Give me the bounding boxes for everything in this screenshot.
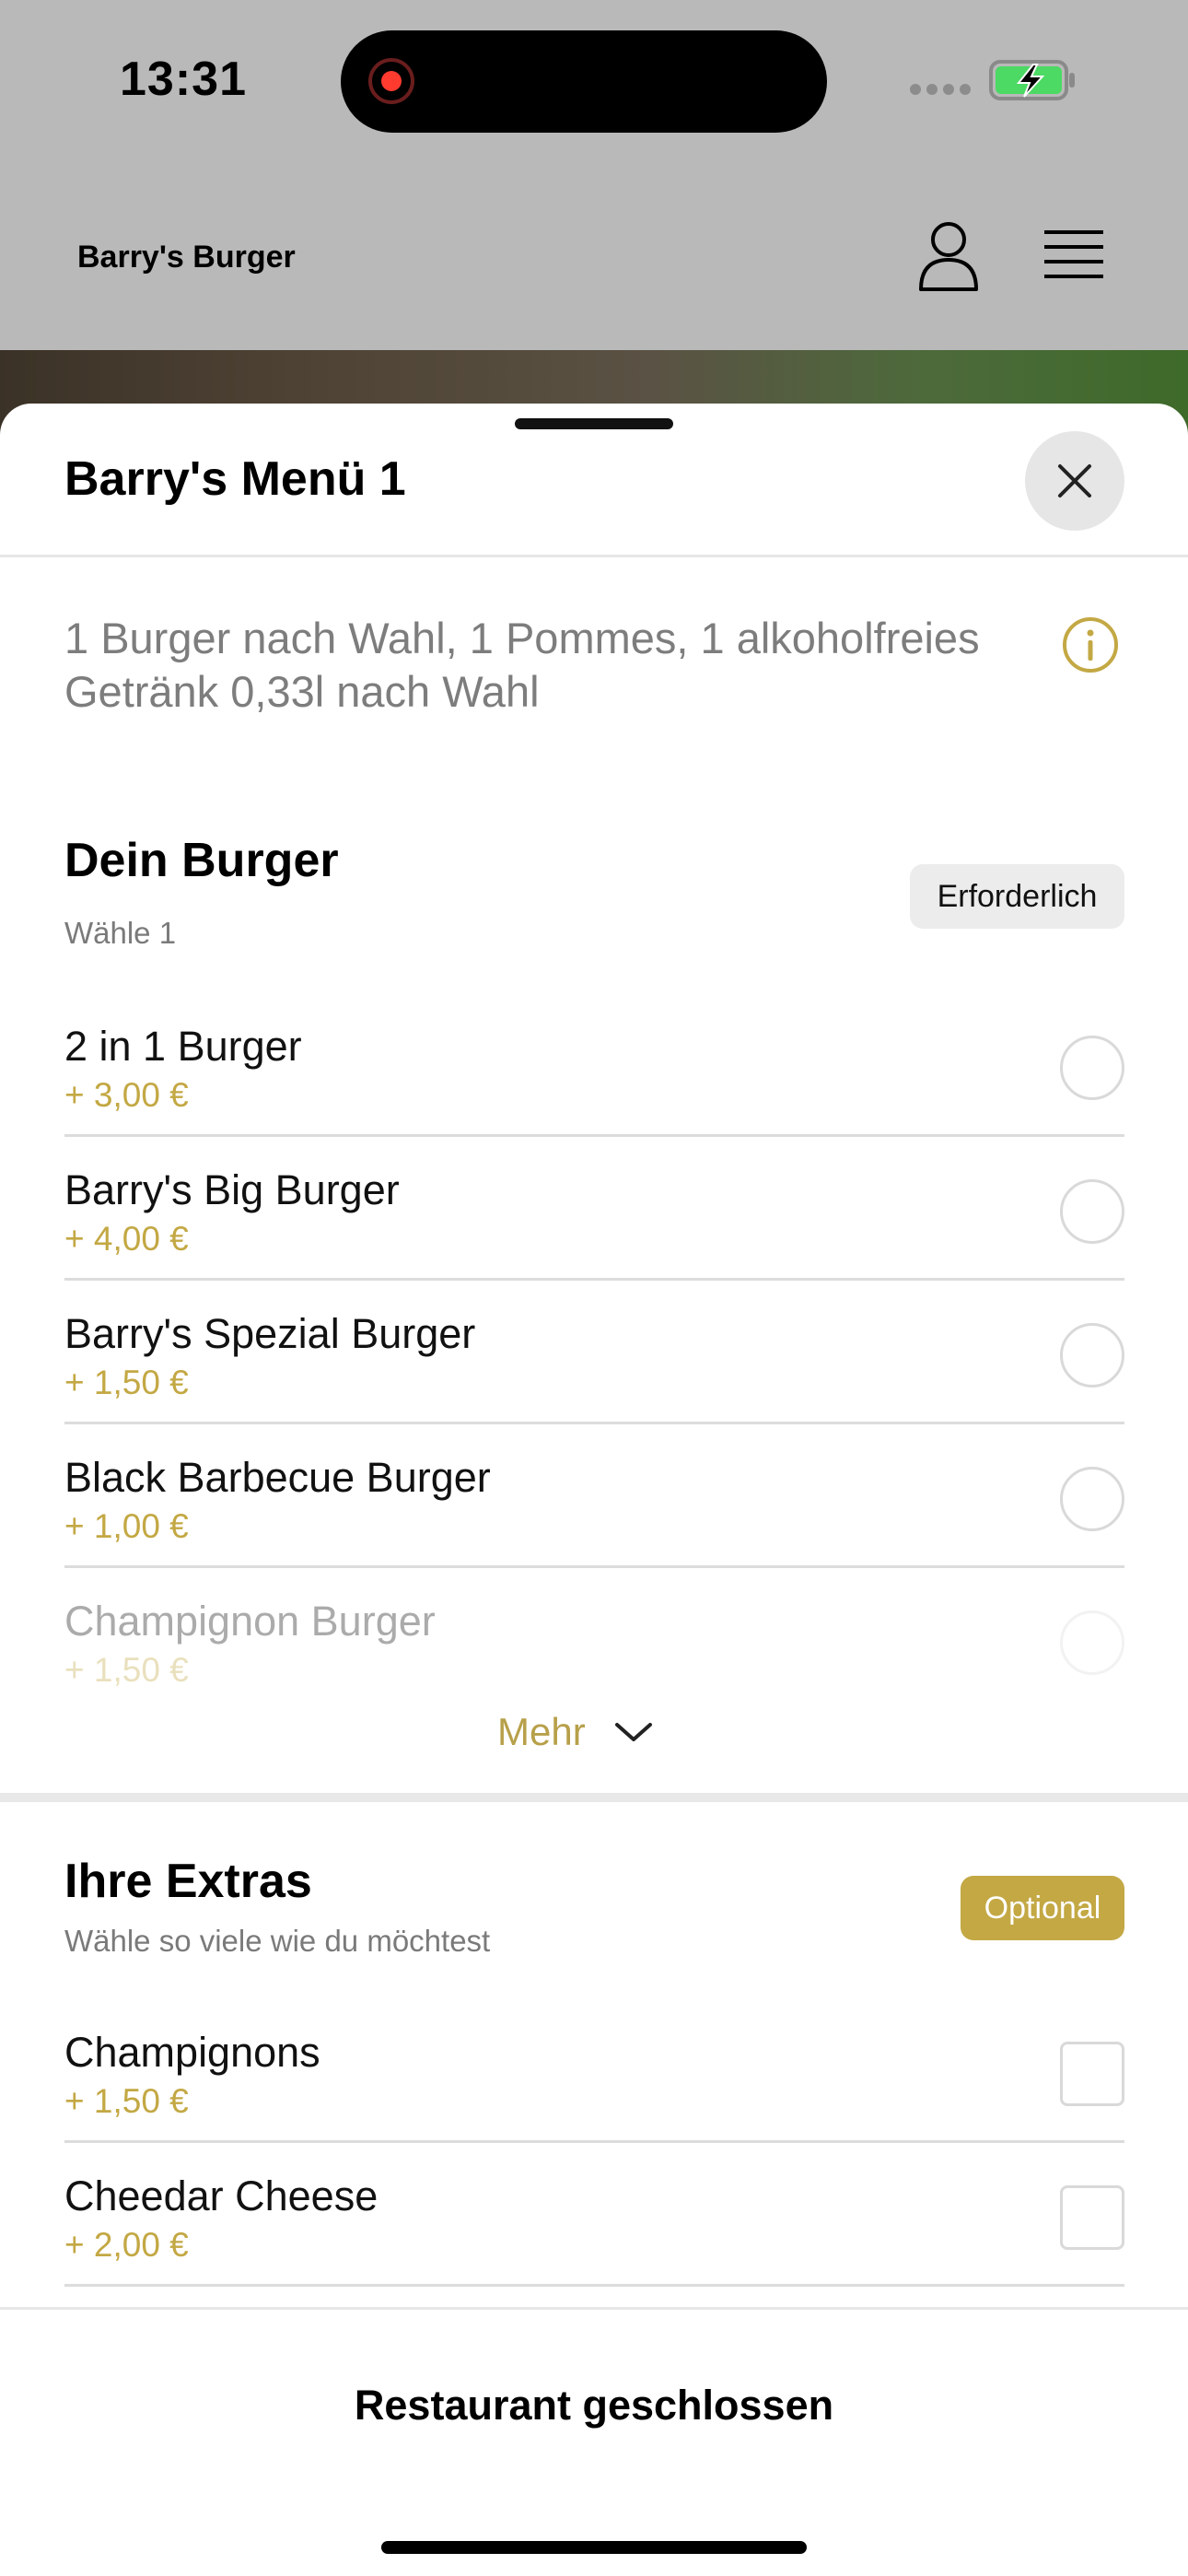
option-name: 2 in 1 Burger (64, 1023, 302, 1070)
option-name: Champignon Burger (64, 1598, 436, 1645)
divider (0, 555, 1188, 557)
extras-section-subtitle: Wähle so viele wie du möchtest (64, 1924, 491, 1958)
sheet-grabber[interactable] (515, 418, 673, 429)
sheet-title: Barry's Menü 1 (64, 452, 406, 506)
more-label: Mehr (497, 1710, 586, 1753)
burger-option[interactable]: Black Barbecue Burger + 1,00 € (64, 1424, 1124, 1568)
radio-button[interactable] (1060, 1467, 1124, 1531)
status-bar: 13:31 (0, 0, 1188, 166)
dynamic-island (341, 30, 827, 133)
brand-title[interactable]: Barry's Burger (77, 240, 296, 275)
option-name: Champignons (64, 2029, 320, 2076)
chevron-down-icon (614, 1723, 652, 1741)
option-name: Cheedar Cheese (64, 2172, 379, 2219)
option-price: + 1,50 € (64, 2082, 189, 2120)
burger-option[interactable]: Barry's Spezial Burger + 1,50 € (64, 1281, 1124, 1424)
option-name: Black Barbecue Burger (64, 1454, 491, 1501)
signal-dots-icon (910, 84, 973, 97)
more-button[interactable]: Mehr (497, 1704, 654, 1760)
option-name: Barry's Spezial Burger (64, 1310, 476, 1357)
footer-divider (0, 2307, 1188, 2310)
radio-button[interactable] (1060, 1323, 1124, 1388)
radio-button[interactable] (1060, 1179, 1124, 1244)
info-icon[interactable] (1061, 615, 1120, 674)
option-price: + 2,00 € (64, 2226, 189, 2264)
section-divider (0, 1793, 1188, 1802)
burger-option[interactable]: 2 in 1 Burger + 3,00 € (64, 993, 1124, 1137)
restaurant-closed-label: Restaurant geschlossen (354, 2382, 834, 2429)
close-icon (1058, 464, 1091, 498)
burger-option[interactable]: Champignon Burger + 1,50 € (64, 1568, 1124, 1712)
burger-option[interactable]: Barry's Big Burger + 4,00 € (64, 1137, 1124, 1281)
status-time: 13:31 (120, 53, 247, 106)
checkbox[interactable] (1060, 2042, 1124, 2106)
option-price: + 3,00 € (64, 1076, 189, 1114)
checkbox[interactable] (1060, 2185, 1124, 2250)
hamburger-menu-icon[interactable] (1042, 225, 1105, 286)
option-price: + 1,50 € (64, 1364, 189, 1401)
record-dot-icon (368, 58, 414, 104)
required-badge: Erforderlich (910, 864, 1124, 929)
user-icon[interactable] (915, 219, 982, 293)
radio-button[interactable] (1060, 1610, 1124, 1675)
extra-option[interactable]: Cheedar Cheese + 2,00 € (64, 2143, 1124, 2287)
radio-button[interactable] (1060, 1036, 1124, 1100)
option-price: + 1,50 € (64, 1651, 189, 1689)
divider (64, 2284, 1124, 2287)
burger-section-subtitle: Wähle 1 (64, 916, 177, 950)
app-header: Barry's Burger (0, 166, 1188, 350)
battery-charging-icon (989, 60, 1075, 100)
option-price: + 4,00 € (64, 1220, 189, 1258)
extras-section-title: Ihre Extras (64, 1855, 312, 1908)
option-price: + 1,00 € (64, 1507, 189, 1545)
optional-badge: Optional (961, 1876, 1124, 1940)
menu-description: 1 Burger nach Wahl, 1 Pommes, 1 alkoholf… (64, 614, 980, 716)
close-button[interactable] (1025, 431, 1124, 531)
product-sheet: Barry's Menü 1 1 Burger nach Wahl, 1 Pom… (0, 404, 1188, 2576)
extra-option[interactable]: Champignons + 1,50 € (64, 1999, 1124, 2143)
option-name: Barry's Big Burger (64, 1166, 400, 1213)
home-indicator (381, 2541, 807, 2554)
burger-section-title: Dein Burger (64, 834, 339, 887)
